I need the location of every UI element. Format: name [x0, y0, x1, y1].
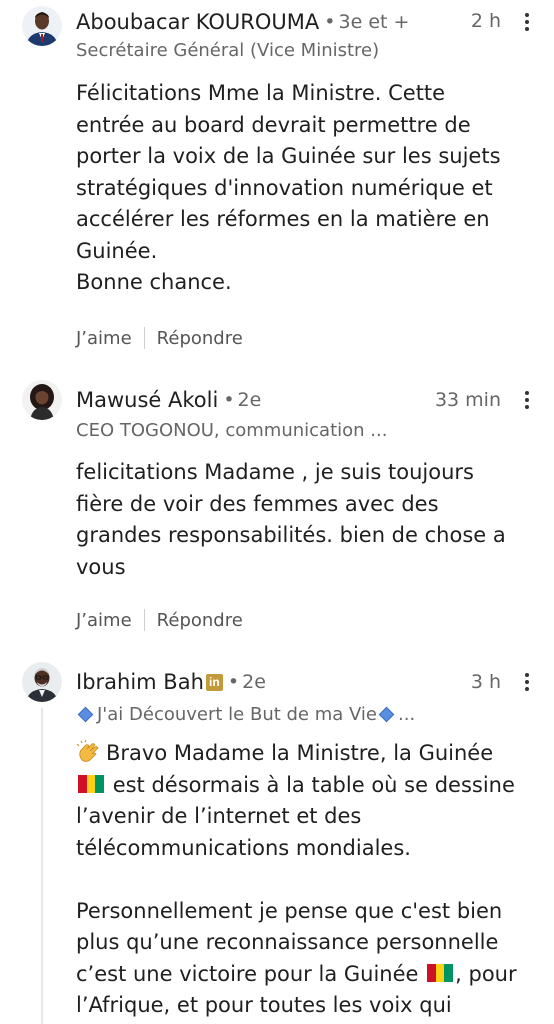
comment-line: Bonne chance.: [76, 270, 232, 294]
commenter-headline: J'ai Découvert le But de ma Vie...: [76, 704, 415, 725]
comment-line: vous: [76, 554, 126, 579]
comment-line: fière de voir des femmes avec des: [76, 491, 439, 516]
commenter-name[interactable]: Aboubacar KOUROUMA: [76, 10, 319, 34]
comment-time: 3 h: [470, 671, 501, 693]
connection-degree: • 3e et +: [324, 11, 410, 33]
diamond-icon: [378, 706, 395, 722]
guinea-flag-icon: [78, 775, 105, 793]
clapping-hands-icon: [76, 740, 99, 762]
comment-body: felicitations Madame , je suis toujours …: [76, 457, 536, 583]
divider: [143, 327, 145, 349]
reply-button[interactable]: Répondre: [157, 610, 243, 631]
like-button[interactable]: J’aime: [76, 610, 132, 631]
comment-line: c’est une victoire pour la Guinée , pour: [76, 961, 517, 986]
comment-line: plus qu’une reconnaissance personnelle: [76, 930, 499, 954]
comment-line: Personnellement je pense que c'est bien: [76, 898, 503, 923]
comment-line: felicitations Madame , je suis toujours: [76, 460, 474, 484]
comment-3: Ibrahim Bah in • 2e 3 h J'ai Découvert le…: [0, 650, 554, 1024]
comment-actions: J’aime Répondre: [76, 327, 243, 349]
comment-line: [76, 864, 536, 896]
comment-line: l’Afrique, et pour toutes les voix qui: [76, 993, 452, 1017]
comment-line: Bravo Madame la Ministre, la Guinée: [76, 738, 536, 770]
comment-line: stratégiques d'innovation numérique et: [76, 175, 493, 200]
more-options-icon[interactable]: [520, 10, 534, 34]
connection-degree: • 2e: [223, 389, 262, 411]
more-options-icon[interactable]: [520, 388, 534, 412]
commenter-name[interactable]: Mawusé Akoli: [76, 388, 218, 412]
divider: [143, 609, 145, 631]
comment-time: 2 h: [470, 10, 501, 32]
diamond-icon: [77, 706, 94, 722]
comment-line: est désormais à la table où se dessine: [76, 770, 536, 802]
thread-line: [41, 708, 43, 1024]
linkedin-badge-icon: in: [205, 673, 223, 691]
comment-line: Félicitations Mme la Ministre. Cette: [76, 81, 446, 105]
comment-line: télécommunications mondiales.: [76, 835, 411, 860]
guinea-flag-icon: [427, 964, 454, 982]
commenter-headline: CEO TOGONOU, communication ...: [76, 420, 388, 441]
commenter-headline: Secrétaire Général (Vice Ministre): [76, 40, 380, 61]
comment-line: accélérer les réformes en la matière en: [76, 207, 490, 231]
commenter-name[interactable]: Ibrahim Bah: [76, 670, 204, 694]
comment-line: l’avenir de l’internet et des: [76, 804, 362, 828]
comment-line: Guinée.: [76, 238, 158, 263]
avatar[interactable]: [22, 380, 62, 420]
avatar[interactable]: [22, 662, 62, 702]
avatar[interactable]: [22, 6, 62, 46]
comment-line: porter la voix de la Guinée sur les suje…: [76, 144, 501, 168]
comment-actions: J’aime Répondre: [76, 609, 243, 631]
more-options-icon[interactable]: [520, 670, 534, 694]
connection-degree: • 2e: [227, 671, 266, 693]
comment-1: Aboubacar KOUROUMA • 3e et + 2 h Secrétai…: [0, 0, 554, 370]
comment-body: Bravo Madame la Ministre, la Guinée est …: [76, 738, 536, 1022]
comment-2: Mawusé Akoli • 2e 33 min CEO TOGONOU, com…: [0, 370, 554, 650]
reply-button[interactable]: Répondre: [157, 328, 243, 349]
comment-line: entrée au board devrait permettre de: [76, 112, 471, 137]
comment-line: grandes responsabilités. bien de chose a: [76, 523, 506, 547]
like-button[interactable]: J’aime: [76, 328, 132, 349]
comment-time: 33 min: [434, 389, 501, 411]
comment-body: Félicitations Mme la Ministre. Cette ent…: [76, 78, 536, 299]
